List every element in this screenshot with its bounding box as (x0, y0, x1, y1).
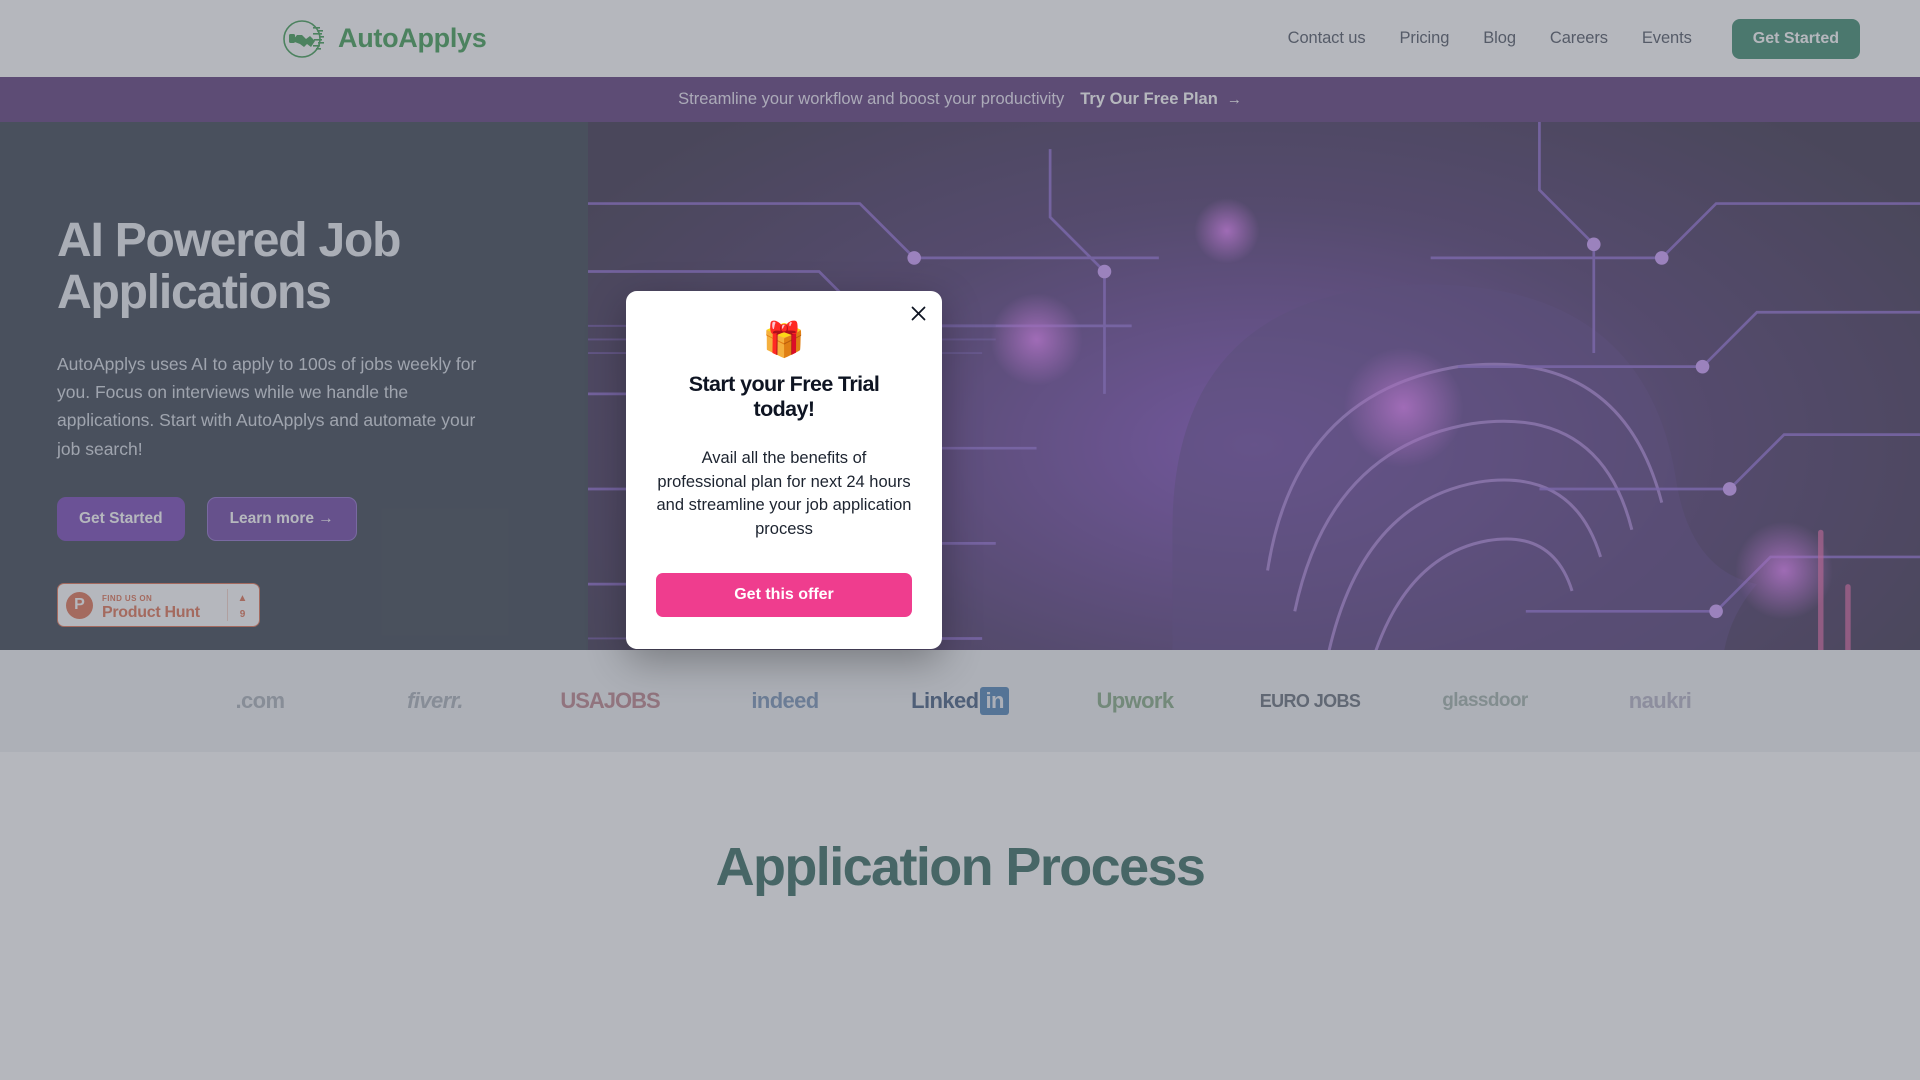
free-trial-modal: 🎁 Start your Free Trial today! Avail all… (626, 291, 942, 650)
modal-body-text: Avail all the benefits of professional p… (656, 449, 912, 538)
close-icon (911, 306, 925, 320)
modal-get-this-offer-button[interactable]: Get this offer (656, 573, 912, 618)
modal-overlay[interactable] (0, 0, 1920, 1080)
modal-close-button[interactable] (904, 299, 932, 327)
modal-title: Start your Free Trial today! (688, 372, 880, 421)
gift-emoji-icon: 🎁 (762, 321, 806, 359)
